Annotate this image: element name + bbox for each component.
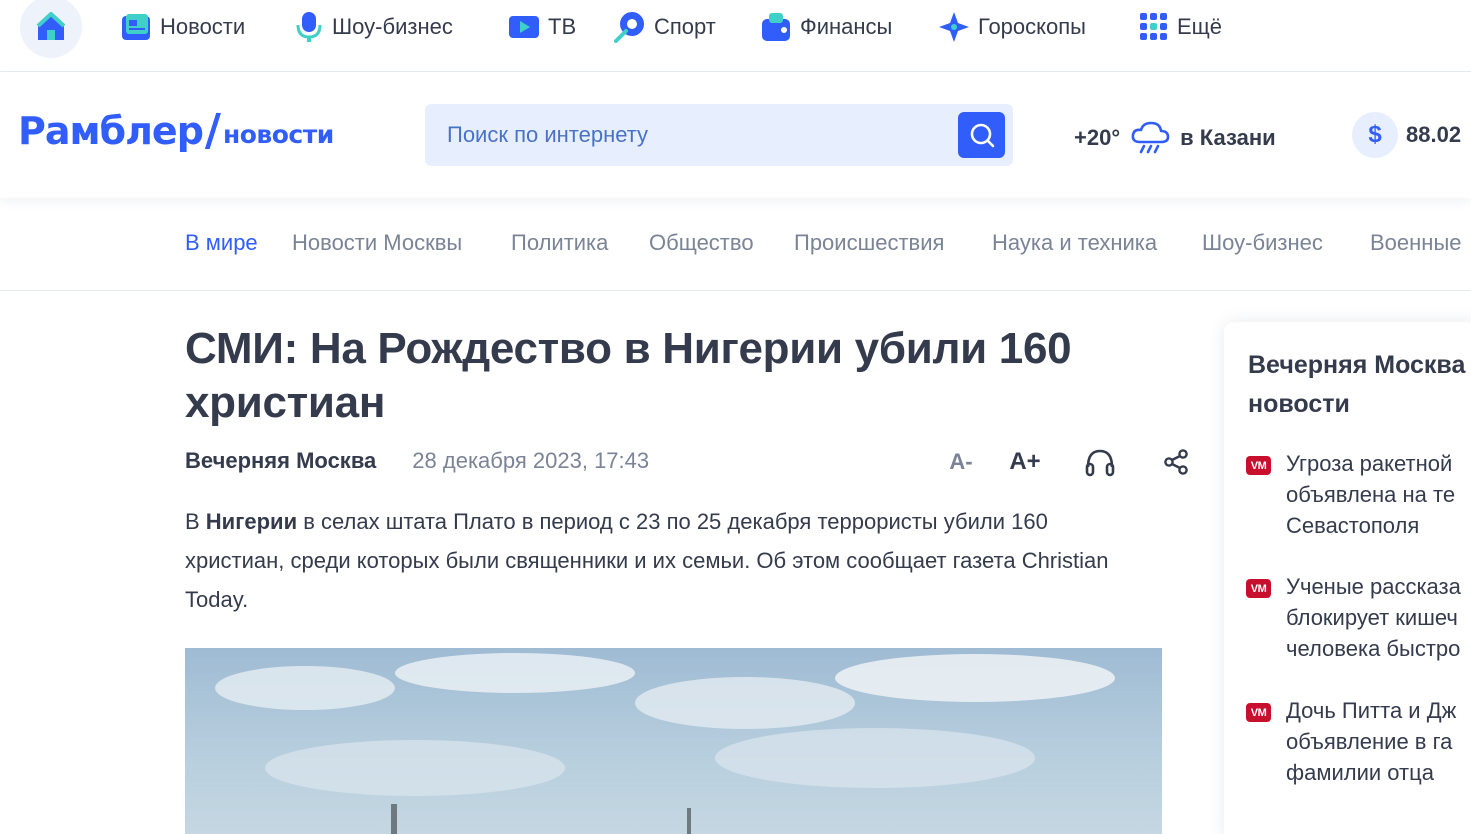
grid-icon bbox=[1140, 13, 1167, 40]
rubrics-nav: В мире Новости Москвы Политика Общество … bbox=[0, 198, 1471, 291]
rambler-news-logo[interactable]: Рамблер / новости bbox=[18, 108, 334, 154]
search-button[interactable] bbox=[958, 112, 1005, 158]
article-lead: В Нигерии в селах штата Плато в период с… bbox=[185, 502, 1115, 619]
vm-logo-icon: VM bbox=[1246, 703, 1271, 722]
rubric-military[interactable]: Военные bbox=[1370, 230, 1462, 256]
weather-city: в Казани bbox=[1180, 125, 1276, 150]
search-input[interactable] bbox=[425, 104, 945, 166]
rubric-incidents[interactable]: Происшествия bbox=[794, 230, 944, 256]
wallet-icon bbox=[762, 13, 790, 41]
newspaper-icon bbox=[122, 14, 150, 40]
rubric-society[interactable]: Общество bbox=[649, 230, 754, 256]
nav-item-sport[interactable]: Спорт bbox=[614, 10, 716, 44]
font-decrease-button[interactable]: A- bbox=[946, 446, 976, 478]
nav-item-label: ТВ bbox=[548, 14, 577, 39]
nav-item-label: Гороскопы bbox=[978, 14, 1086, 39]
logo-sub-text: новости bbox=[222, 120, 334, 149]
home-button[interactable] bbox=[20, 0, 82, 58]
article-source[interactable]: Вечерняя Москва bbox=[185, 448, 376, 474]
home-icon bbox=[36, 12, 66, 40]
weather-widget[interactable]: +20° в Казани bbox=[1074, 120, 1276, 156]
lead-prefix: В bbox=[185, 509, 206, 534]
article-title: СМИ: На Рождество в Нигерии убили 160 хр… bbox=[185, 324, 1072, 427]
vm-logo-icon: VM bbox=[1246, 456, 1271, 475]
vm-logo-icon: VM bbox=[1246, 579, 1271, 598]
article-photo bbox=[185, 648, 1162, 834]
headphones-icon bbox=[1085, 449, 1115, 477]
ball-icon bbox=[614, 12, 644, 43]
dollar-icon: $ bbox=[1352, 112, 1398, 158]
rubric-moscow[interactable]: Новости Москвы bbox=[292, 230, 462, 256]
nav-item-label: Спорт bbox=[654, 14, 716, 39]
microphone-icon bbox=[296, 12, 322, 42]
logo-main-text: Рамблер bbox=[18, 109, 204, 153]
logo-slash: / bbox=[204, 105, 221, 156]
rubric-science[interactable]: Наука и техника bbox=[992, 230, 1157, 256]
sidebar-news-text: Дочь Питта и Дж объявление в га фамилии … bbox=[1286, 698, 1457, 785]
rain-cloud-icon bbox=[1131, 121, 1170, 154]
nav-item-finance[interactable]: Финансы bbox=[760, 10, 892, 44]
nav-item-label: Новости bbox=[160, 14, 246, 39]
site-header: Рамблер / новости +20° в Казани $ 88.02 bbox=[0, 72, 1471, 198]
nav-item-news[interactable]: Новости bbox=[120, 10, 245, 44]
search-box bbox=[425, 104, 1013, 166]
nav-item-horoscopes[interactable]: Гороскопы bbox=[938, 10, 1086, 44]
nav-item-more[interactable]: Ещё bbox=[1139, 10, 1222, 44]
rubric-world[interactable]: В мире bbox=[185, 230, 258, 256]
listen-button[interactable] bbox=[1082, 446, 1118, 478]
rubric-politics[interactable]: Политика bbox=[511, 230, 608, 256]
lead-text: в селах штата Плато в период с 23 по 25 … bbox=[185, 509, 1109, 612]
share-button[interactable] bbox=[1160, 446, 1192, 478]
nav-item-label: Ещё bbox=[1177, 14, 1223, 39]
nav-item-tv[interactable]: ТВ bbox=[508, 10, 576, 44]
search-icon bbox=[970, 123, 994, 148]
lead-country-link[interactable]: Нигерии bbox=[206, 509, 297, 534]
currency-widget[interactable]: $ 88.02 bbox=[1352, 112, 1461, 158]
font-increase-button[interactable]: A+ bbox=[1008, 446, 1042, 478]
nav-item-label: Финансы bbox=[800, 14, 893, 39]
tv-play-icon bbox=[509, 16, 539, 38]
currency-rate: 88.02 bbox=[1406, 122, 1462, 147]
weather-temperature: +20° bbox=[1074, 125, 1121, 150]
sidebar-title[interactable]: Вечерняя Москва новости bbox=[1248, 346, 1471, 424]
sidebar-news-text: Ученые рассказа блокирует кишеч человека… bbox=[1286, 574, 1461, 661]
nav-item-showbiz[interactable]: Шоу-бизнес bbox=[294, 10, 453, 44]
rubric-showbiz[interactable]: Шоу-бизнес bbox=[1202, 230, 1323, 256]
sky-photo-image bbox=[215, 653, 1115, 834]
share-icon bbox=[1164, 449, 1188, 475]
sidebar-news-text: Угроза ракетной объявлена на те Севастоп… bbox=[1286, 451, 1456, 538]
nav-item-label: Шоу-бизнес bbox=[332, 14, 453, 39]
star-icon bbox=[939, 12, 969, 42]
services-bar: Новости Шоу-бизнес ТВ Спорт Финансы Горо… bbox=[0, 0, 1471, 72]
article-date: 28 декабря 2023, 17:43 bbox=[412, 448, 650, 473]
sidebar-news-widget: Вечерняя Москва новости VM Угроза ракетн… bbox=[1224, 322, 1471, 834]
article-meta: Вечерняя Москва 28 декабря 2023, 17:43 bbox=[185, 448, 649, 474]
